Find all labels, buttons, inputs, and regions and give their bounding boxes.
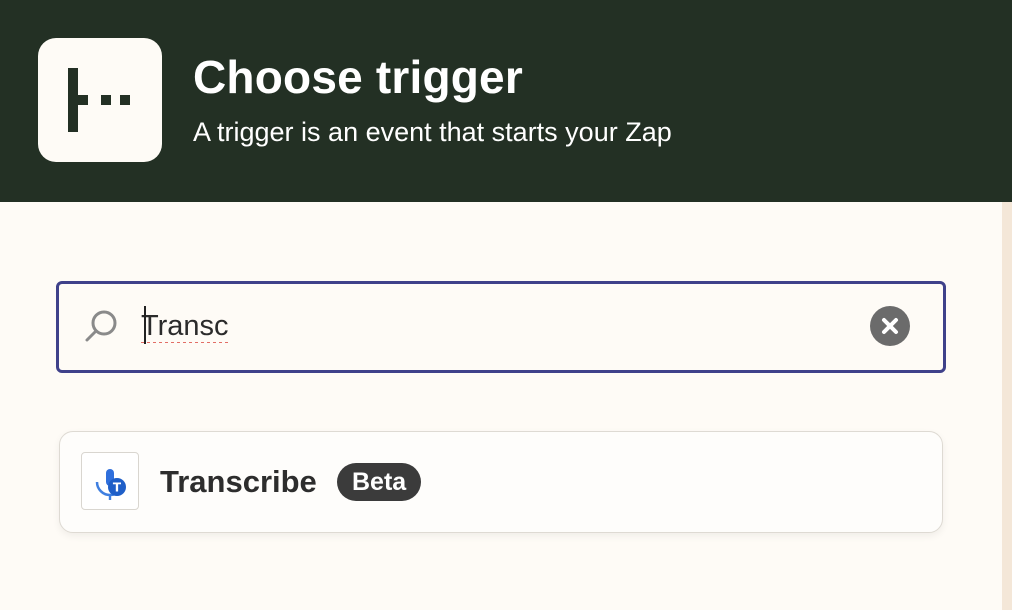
search-box[interactable]	[56, 281, 946, 373]
text-caret	[144, 306, 146, 344]
trigger-step-icon	[38, 38, 162, 162]
header: Choose trigger A trigger is an event tha…	[0, 0, 1012, 202]
beta-badge: Beta	[337, 463, 422, 501]
right-edge-panel	[1002, 202, 1012, 610]
search-input[interactable]	[141, 306, 841, 346]
clear-icon	[882, 318, 898, 334]
clear-search-button[interactable]	[870, 306, 910, 346]
result-item-transcribe[interactable]: T Transcribe Beta	[59, 431, 943, 533]
result-label: Transcribe	[160, 464, 317, 499]
search-icon	[85, 310, 117, 342]
transcribe-icon: T	[95, 469, 126, 500]
svg-text:T: T	[113, 481, 122, 495]
page-subtitle: A trigger is an event that starts your Z…	[193, 117, 672, 147]
transcribe-app-icon-box: T	[81, 452, 139, 510]
page-title: Choose trigger	[193, 51, 523, 103]
